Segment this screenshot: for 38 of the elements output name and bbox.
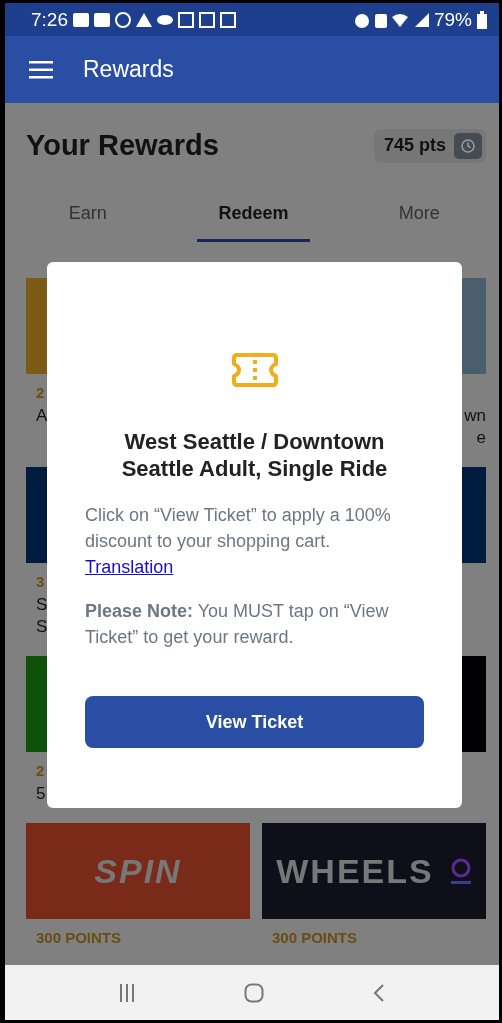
battery-icon	[477, 10, 487, 29]
reward-title: 5	[35, 783, 47, 805]
translation-link[interactable]: Translation	[85, 554, 174, 580]
reward-title: e	[476, 427, 486, 449]
view-ticket-button[interactable]: View Ticket	[85, 696, 424, 748]
recent-apps-button[interactable]	[119, 983, 136, 1002]
ticket-icon	[231, 352, 278, 388]
home-button[interactable]	[244, 982, 264, 1003]
back-button[interactable]	[372, 982, 385, 1003]
tab[interactable]: More	[362, 188, 476, 242]
history-icon	[460, 137, 476, 154]
reward-points: 300 POINTS	[271, 929, 359, 946]
points-total: 745 pts	[383, 135, 446, 156]
dialog-title: West Seattle / Downtown Seattle Adult, Single Ride	[120, 428, 389, 482]
reward-image[interactable]: SPIN	[26, 823, 250, 919]
reward-title: wn	[464, 405, 486, 427]
reward-points: 3	[35, 573, 46, 590]
tab[interactable]: Redeem	[196, 188, 311, 242]
reward-title: A	[35, 405, 49, 427]
app-title: Rewards	[83, 56, 174, 83]
page-title: Your Rewards	[26, 129, 219, 162]
reward-image[interactable]: WHEELS	[262, 823, 486, 919]
dialog-note: Please Note: You MUST tap on “View Ticket” to get your reward.	[85, 600, 390, 649]
history-button[interactable]	[454, 132, 482, 159]
brand-logo: WHEELS	[276, 851, 434, 891]
reward-points: 300 POINTS	[35, 929, 123, 946]
cloud-icon	[157, 14, 173, 25]
status-time: 7:26	[31, 8, 68, 31]
menu-button[interactable]	[29, 60, 53, 79]
tab[interactable]: Earn	[31, 188, 145, 242]
battery-level: 79%	[433, 8, 472, 31]
reward-title: S	[35, 616, 49, 638]
reward-points: 2	[35, 762, 46, 779]
dialog-message: Click on “View Ticket” to apply a 100% discount to your shopping cart.	[85, 504, 392, 553]
reward-points: 2	[35, 384, 46, 401]
brand-logo: SPIN	[94, 851, 182, 891]
ring-logo-icon	[449, 857, 472, 885]
reward-title: S	[35, 594, 49, 616]
